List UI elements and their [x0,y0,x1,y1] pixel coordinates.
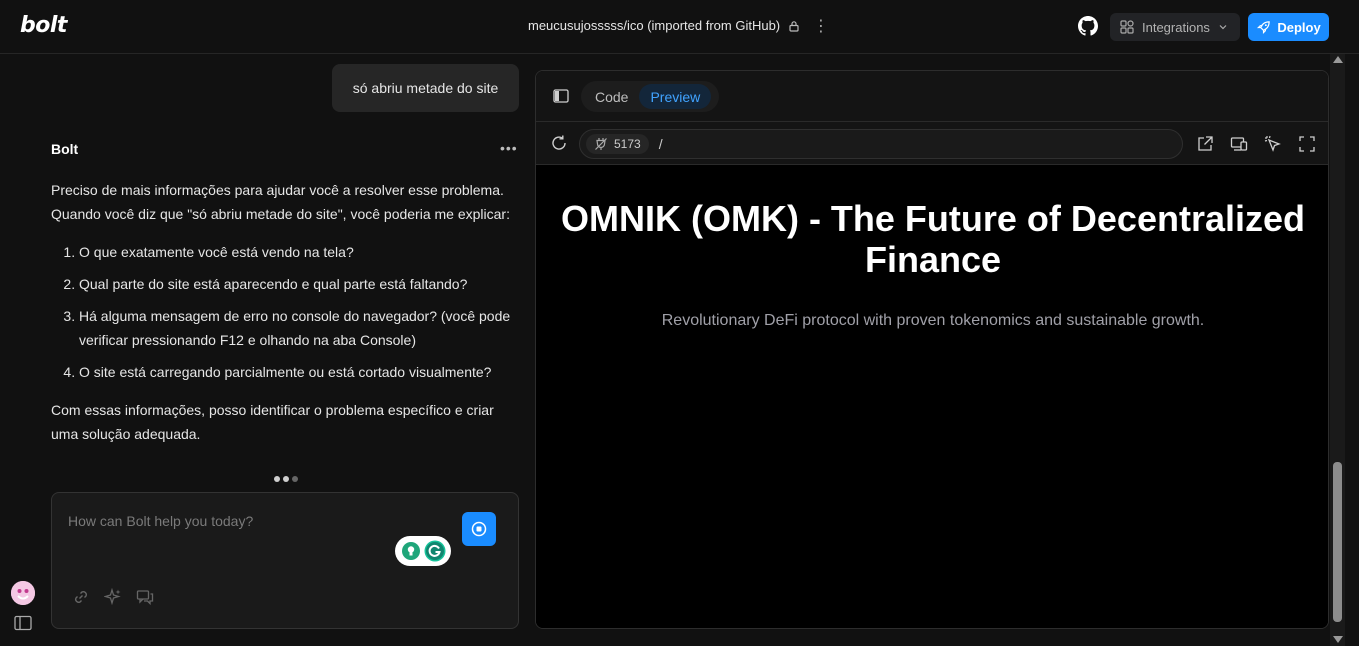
port-number: 5173 [614,137,641,151]
bot-list: O que exatamente você está vendo na tela… [51,240,521,384]
deploy-label: Deploy [1277,19,1321,35]
workbench-toolbar: Code Preview [536,71,1328,122]
message-more-icon[interactable]: ••• [500,140,518,156]
preview-address-row: 5173 / [536,122,1328,165]
reload-icon[interactable] [550,134,568,152]
preview-actions [1196,135,1316,153]
bolt-logo[interactable]: bolt [20,13,67,38]
workbench-panel: Code Preview 5173 / OMNIK (OMK) - The Fu… [535,70,1329,629]
open-external-icon[interactable] [1196,135,1214,153]
integrations-icon [1120,20,1134,34]
list-item: O que exatamente você está vendo na tela… [79,240,521,264]
fullscreen-icon[interactable] [1298,135,1316,153]
grammarly-icon [424,540,445,562]
preview-frame[interactable]: OMNIK (OMK) - The Future of Decentralize… [536,166,1328,628]
port-selector[interactable]: 5173 [586,134,649,154]
panel-toggle-icon[interactable] [553,89,569,103]
bot-message: Preciso de mais informações para ajudar … [51,178,521,460]
hero-title: OMNIK (OMK) - The Future of Decentralize… [560,198,1305,280]
page-scrollbar[interactable] [1330,54,1345,646]
device-toggle-icon[interactable] [1230,135,1248,153]
lightbulb-icon [401,542,420,560]
scroll-thumb[interactable] [1333,462,1342,622]
tab-preview[interactable]: Preview [639,84,712,109]
list-item: Qual parte do site está aparecendo e qua… [79,272,521,296]
stop-button[interactable] [462,512,496,546]
chat-input[interactable]: How can Bolt help you today? [51,492,519,629]
scroll-up-icon[interactable] [1333,56,1343,63]
bot-intro: Preciso de mais informações para ajudar … [51,182,510,222]
scroll-down-icon[interactable] [1333,636,1343,643]
github-icon[interactable] [1078,16,1098,36]
integrations-button[interactable]: Integrations [1110,13,1240,41]
top-header: bolt meucusujosssss/ico (imported from G… [0,0,1359,54]
chat-input-placeholder: How can Bolt help you today? [68,513,254,529]
stop-icon [471,521,487,537]
user-message: só abriu metade do site [332,64,519,112]
project-menu-icon[interactable]: ⋮ [812,18,830,36]
input-tools [72,588,154,606]
plug-icon [595,138,607,150]
tab-code[interactable]: Code [584,84,639,109]
sparkle-icon[interactable] [104,588,122,606]
avatar[interactable] [11,581,35,605]
deploy-button[interactable]: Deploy [1248,13,1329,41]
hero-subtitle: Revolutionary DeFi protocol with proven … [661,312,1205,329]
rocket-icon [1257,20,1271,34]
avatar-icon [11,581,35,605]
url-bar[interactable]: 5173 / [579,129,1183,159]
project-title-text: meucusujosssss/ico (imported from GitHub… [528,18,781,33]
grammarly-widget[interactable] [395,536,451,566]
sidebar-toggle-icon[interactable] [14,615,32,631]
typing-indicator [274,476,298,482]
attach-link-icon[interactable] [72,588,90,606]
chevron-down-icon [1219,25,1227,30]
project-title[interactable]: meucusujosssss/ico (imported from GitHub… [528,18,800,33]
lock-icon [789,20,799,32]
view-tabs: Code Preview [581,81,719,112]
url-path[interactable]: / [659,136,663,152]
discuss-icon[interactable] [136,588,154,606]
list-item: O site está carregando parcialmente ou e… [79,360,521,384]
inspector-icon[interactable] [1264,135,1282,153]
integrations-label: Integrations [1142,19,1210,35]
list-item: Há alguma mensagem de erro no console do… [79,304,521,352]
bot-name: Bolt [51,141,79,157]
bot-outro: Com essas informações, posso identificar… [51,402,494,442]
